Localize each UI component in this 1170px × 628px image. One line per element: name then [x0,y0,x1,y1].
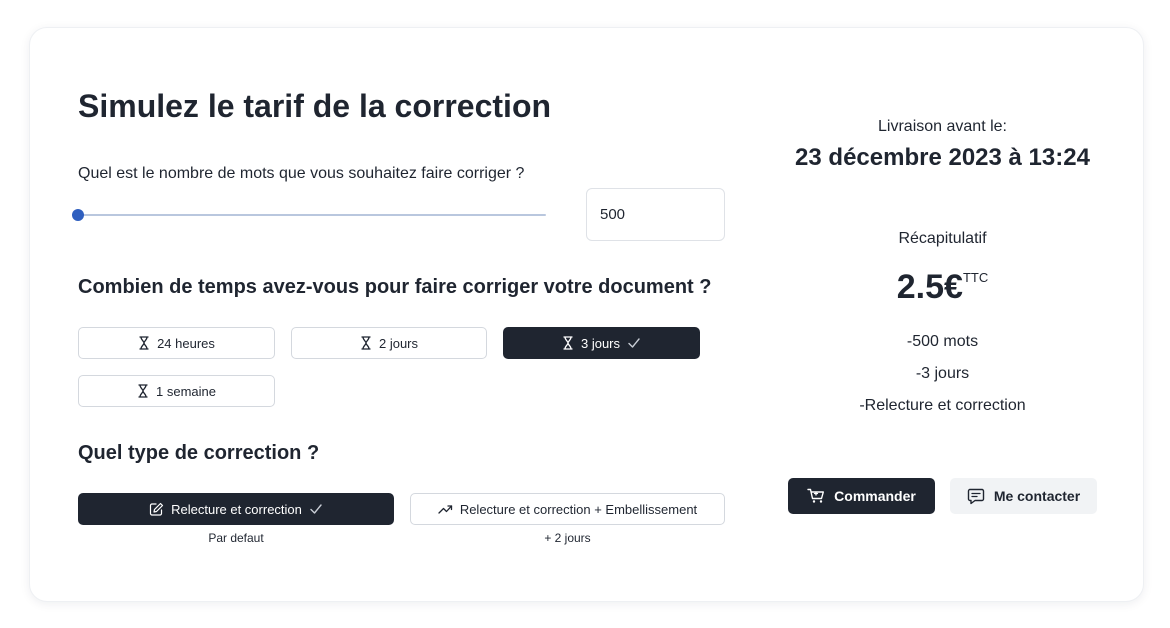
delay-option-24h[interactable]: 24 heures [78,327,275,359]
word-count-input[interactable] [586,188,725,241]
page-title: Simulez le tarif de la correction [78,88,552,124]
hourglass-icon [139,336,149,350]
trending-up-icon [438,505,452,514]
contact-button-label: Me contacter [993,488,1081,504]
delay-option-label: 24 heures [157,335,215,351]
edit-icon [150,502,164,516]
summary-line: -3 jours [915,365,970,382]
cart-icon [807,488,825,503]
hourglass-icon [361,336,371,350]
check-icon [628,338,640,348]
summary-line: -Relecture et correction [859,397,1026,414]
delivery-label: Livraison avant le: [878,118,1007,135]
chat-icon [967,488,985,504]
price-suffix: TTC [962,270,989,285]
hourglass-icon [138,384,148,398]
correction-option-embellishment[interactable]: Relecture et correction + Embellissement [410,493,725,525]
delay-option-3-days[interactable]: 3 jours [503,327,700,359]
contact-button[interactable]: Me contacter [950,478,1097,514]
delay-option-2-days[interactable]: 2 jours [291,327,487,359]
delay-question: Combien de temps avez-vous pour faire co… [78,276,712,298]
pricing-simulator-card: Simulez le tarif de la correction Quel e… [29,27,1144,602]
delay-option-label: 2 jours [378,335,419,351]
delay-option-label: 3 jours [580,335,621,351]
delay-option-1-week[interactable]: 1 semaine [78,375,275,407]
price-amount: 2.5€ [896,268,963,306]
correction-option-standard[interactable]: Relecture et correction [78,493,394,525]
correction-option-note: Par defaut [208,531,264,545]
correction-option-label: Relecture et correction [171,501,302,517]
word-count-slider[interactable] [72,203,546,227]
correction-option-label: Relecture et correction + Embellissement [459,501,698,517]
order-button[interactable]: Commander [788,478,935,514]
price-display: 2.5€TTC [790,268,1095,307]
summary-heading: Récapitulatif [898,230,987,247]
slider-track [78,214,546,216]
slider-thumb[interactable] [72,209,84,221]
delivery-date: 23 décembre 2023 à 13:24 [795,144,1090,171]
order-button-label: Commander [834,488,916,504]
check-icon [310,504,322,514]
word-count-question: Quel est le nombre de mots que vous souh… [78,165,525,182]
hourglass-icon [563,336,573,350]
correction-option-note: + 2 jours [544,531,591,545]
summary-line: -500 mots [906,333,979,350]
delay-option-label: 1 semaine [156,383,216,399]
correction-type-question: Quel type de correction ? [78,442,320,464]
